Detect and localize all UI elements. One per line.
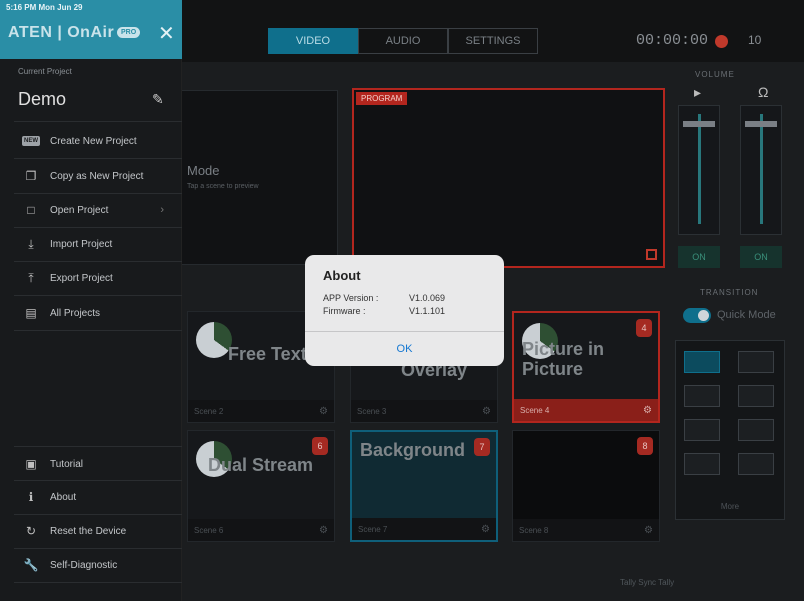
- dialog-title: About: [323, 268, 361, 283]
- app-version-label: APP Version :: [323, 293, 379, 303]
- about-dialog: About APP Version : V1.0.069 Firmware : V1…: [305, 255, 504, 366]
- firmware-label: Firmware :: [323, 306, 366, 316]
- firmware-value: V1.1.101: [409, 306, 446, 316]
- modal-overlay: About APP Version : V1.0.069 Firmware : V1…: [0, 0, 804, 601]
- app-version-row: APP Version : V1.0.069: [323, 293, 445, 303]
- firmware-row: Firmware : V1.1.101: [323, 306, 445, 316]
- app-version-value: V1.0.069: [409, 293, 446, 303]
- ok-button[interactable]: OK: [305, 332, 504, 366]
